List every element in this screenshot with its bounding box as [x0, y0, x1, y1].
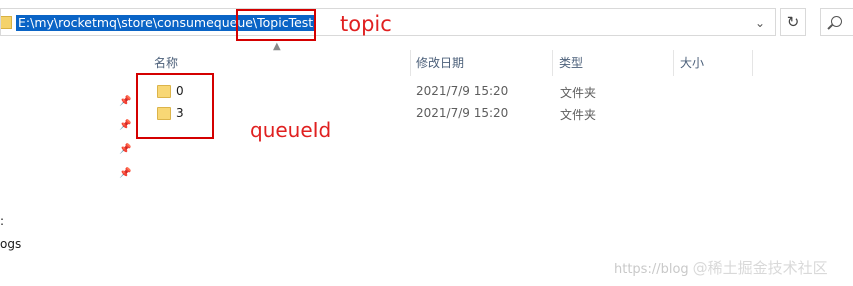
chevron-down-icon[interactable]: ⌄	[751, 14, 769, 32]
refresh-icon: ↻	[786, 13, 800, 31]
watermark: https://blog @稀土掘金技术社区	[614, 257, 828, 278]
search-icon	[831, 16, 842, 27]
folder-icon	[1, 16, 12, 29]
nav-item[interactable]: ogs	[0, 237, 21, 251]
queueid-annotation-label: queueId	[250, 118, 332, 142]
search-input[interactable]	[820, 8, 853, 36]
column-header-date[interactable]: 修改日期	[412, 52, 552, 74]
file-type: 文件夹	[560, 108, 597, 122]
file-row[interactable]: 0 2021/7/9 15:20 文件夹	[140, 81, 760, 103]
pin-icon[interactable]: 📌	[119, 96, 131, 108]
nav-item[interactable]: :	[0, 214, 4, 228]
file-date: 2021/7/9 15:20	[416, 106, 509, 120]
column-divider[interactable]	[410, 50, 411, 76]
column-header-size[interactable]: 大小	[676, 52, 752, 74]
queueid-annotation-box	[136, 73, 214, 139]
refresh-button[interactable]: ↻	[780, 8, 806, 36]
topic-annotation-label: topic	[340, 12, 392, 36]
watermark-url: https://blog	[614, 262, 689, 277]
file-date: 2021/7/9 15:20	[416, 84, 509, 98]
navigation-pane: 📌 📌 📌 📌 : ogs	[0, 42, 140, 286]
column-divider[interactable]	[673, 50, 674, 76]
column-divider[interactable]	[752, 50, 753, 76]
pin-icon[interactable]: 📌	[119, 168, 131, 180]
top-bar: E:\my\rocketmq\store\consumequeue\TopicT…	[0, 0, 853, 42]
file-row[interactable]: 3 2021/7/9 15:20 文件夹	[140, 103, 760, 125]
pin-icon[interactable]: 📌	[119, 120, 131, 132]
pin-icon[interactable]: 📌	[119, 144, 131, 156]
column-header-name[interactable]: 名称	[150, 52, 410, 74]
file-type: 文件夹	[560, 86, 597, 100]
watermark-brand: @稀土掘金技术社区	[692, 259, 828, 277]
topic-annotation-box	[236, 9, 316, 41]
column-divider[interactable]	[552, 50, 553, 76]
column-header-type[interactable]: 类型	[555, 52, 673, 74]
sort-arrow-icon: ▲	[273, 41, 281, 52]
